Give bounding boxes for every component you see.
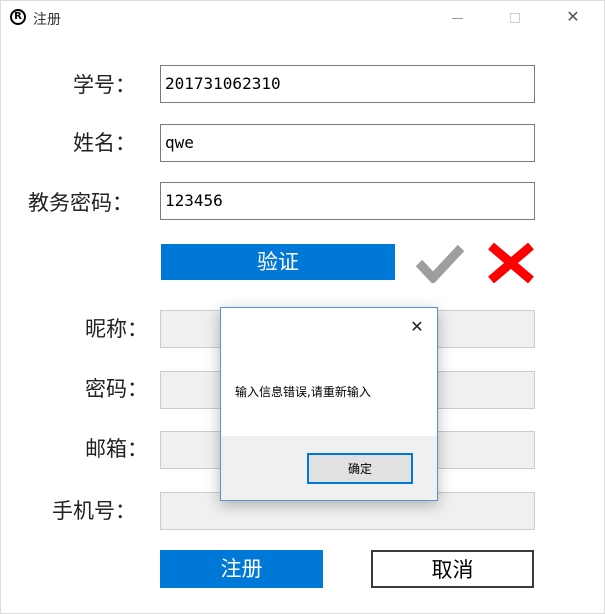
ok-button[interactable]: 确定 (307, 453, 413, 484)
cancel-button[interactable]: 取消 (371, 550, 534, 588)
verify-button[interactable]: 验证 (161, 244, 395, 280)
phone-label: 手机号： (52, 499, 136, 523)
minimize-button[interactable] (434, 1, 480, 35)
nickname-label: 昵称： (85, 317, 148, 341)
close-icon: ✕ (566, 7, 580, 26)
registered-mark-icon: R (10, 9, 26, 25)
dialog-message-area: ✕ 输入信息错误,请重新输入 (221, 308, 437, 436)
register-button[interactable]: 注册 (160, 550, 323, 588)
close-window-button[interactable]: ✕ (550, 1, 596, 35)
register-window: R 注册 ✕ 学号： 201731062310 姓名： qwe 教务密码： 12… (0, 0, 605, 614)
minimize-icon (452, 18, 463, 19)
student-id-input[interactable]: 201731062310 (160, 65, 535, 103)
dialog-message: 输入信息错误,请重新输入 (235, 385, 371, 399)
name-label: 姓名： (73, 131, 136, 155)
error-dialog: ✕ 输入信息错误,请重新输入 确定 (220, 307, 438, 501)
red-x-icon (486, 242, 536, 284)
window-title: 注册 (33, 12, 61, 28)
title-bar[interactable]: R 注册 ✕ (1, 1, 604, 35)
academic-password-label: 教务密码： (28, 191, 133, 215)
maximize-icon (510, 13, 520, 23)
close-icon[interactable]: ✕ (405, 317, 429, 339)
student-id-label: 学号： (73, 73, 136, 97)
academic-password-input[interactable]: 123456 (160, 182, 535, 220)
checkmark-icon (415, 243, 465, 285)
password-label: 密码： (85, 377, 148, 401)
name-input[interactable]: qwe (160, 124, 535, 162)
email-label: 邮箱： (85, 437, 148, 461)
maximize-button[interactable] (492, 1, 538, 35)
